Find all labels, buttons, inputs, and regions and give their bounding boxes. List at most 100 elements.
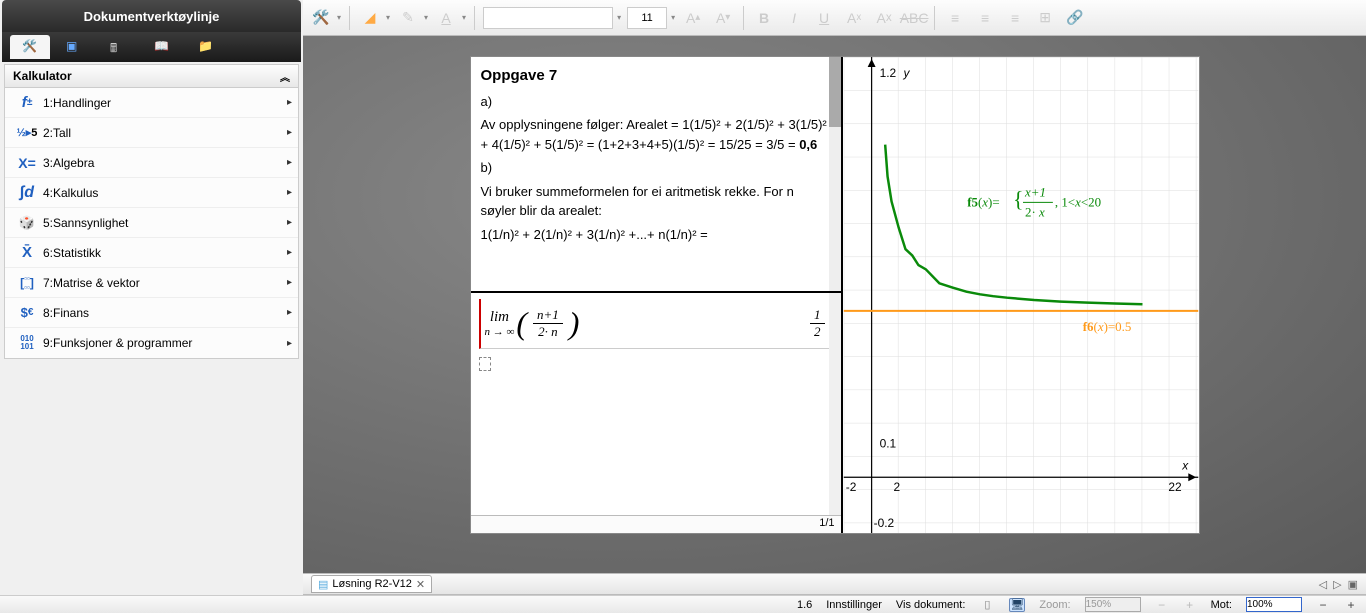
math-scrollbar[interactable] [829, 293, 841, 515]
note-bold-result: 0,6 [799, 137, 817, 152]
menu-label: 9:Funksjoner & programmer [43, 336, 287, 350]
math-row[interactable]: lim n → ∞ ( n+1 2· n ) [479, 299, 833, 349]
panel-tab-tools[interactable]: 🛠️ [10, 35, 50, 59]
book-icon: 📖 [154, 39, 170, 55]
strike-button[interactable]: ABC [902, 6, 926, 30]
tab-list-button[interactable]: ▣ [1348, 578, 1358, 591]
separator [934, 6, 935, 30]
scroll-thumb[interactable] [829, 57, 841, 127]
bold-button[interactable]: B [752, 6, 776, 30]
link-button[interactable]: 🔗 [1063, 6, 1087, 30]
table-button[interactable]: ⊞ [1033, 6, 1057, 30]
tools-icon: 🛠️ [22, 39, 38, 55]
submenu-arrow-icon: ▸ [287, 157, 292, 168]
document-tab[interactable]: ▤ Løsning R2-V12 ✕ [311, 575, 432, 593]
dropdown-arrow-icon[interactable]: ▾ [617, 13, 621, 22]
mot-label: Mot: [1211, 599, 1232, 611]
submenu-arrow-icon: ▸ [287, 187, 292, 198]
menu-label: 1:Handlinger [43, 96, 287, 110]
view-computer-icon[interactable]: 🖥 [1009, 598, 1025, 612]
result-num: 1 [810, 307, 825, 324]
menu-item-sannsynlighet[interactable]: 🎲 5:Sannsynlighet ▸ [5, 208, 298, 238]
highlight-button[interactable]: ◢ [358, 6, 382, 30]
graph-area[interactable]: 1.2 y 0.1 -0.2 -2 2 22 x [843, 57, 1199, 533]
note-part-b: b) [481, 158, 831, 178]
view-handheld-icon[interactable]: ▯ [979, 598, 995, 612]
calculator-area[interactable]: lim n → ∞ ( n+1 2· n ) [471, 293, 841, 515]
line-color-button[interactable]: ✎ [396, 6, 420, 30]
frac-num: n+1 [533, 307, 563, 324]
menu-item-tall[interactable]: ½▸5 2:Tall ▸ [5, 118, 298, 148]
menu-item-statistikk[interactable]: X̄ 6:Statistikk ▸ [5, 238, 298, 268]
mot-out-button[interactable]: − [1316, 598, 1330, 612]
subscript-button[interactable]: Ax [872, 6, 896, 30]
underline-button[interactable]: U [812, 6, 836, 30]
menu-item-matrise[interactable]: [▫▫▫▫] 7:Matrise & vektor ▸ [5, 268, 298, 298]
menu-label: 4:Kalkulus [43, 186, 287, 200]
font-increase-button[interactable]: A▴ [681, 6, 705, 30]
notes-area[interactable]: Oppgave 7 a) Av opplysningene følger: Ar… [471, 57, 841, 293]
submenu-arrow-icon: ▸ [287, 277, 292, 288]
align-left-button[interactable]: ≡ [943, 6, 967, 30]
lim-label: lim [490, 309, 509, 326]
close-tab-button[interactable]: ✕ [416, 578, 425, 591]
submenu-arrow-icon: ▸ [287, 338, 292, 349]
dropdown-arrow-icon: ▾ [424, 13, 428, 22]
page-area: Oppgave 7 a) Av opplysningene følger: Ar… [303, 36, 1366, 573]
section-kalkulator[interactable]: Kalkulator ︽ [4, 64, 299, 88]
mot-in-button[interactable]: + [1344, 598, 1358, 612]
font-decrease-button[interactable]: A▾ [711, 6, 735, 30]
font-size-select[interactable] [627, 7, 667, 29]
font-select[interactable] [483, 7, 613, 29]
y-mid-label: 0.1 [879, 436, 896, 450]
actions-icon: f± [15, 94, 39, 112]
zoom-label: Zoom: [1039, 599, 1070, 611]
panel-tab-pages[interactable]: ▣ [54, 35, 94, 59]
input-cursor-box[interactable] [479, 357, 491, 371]
tab-prev-button[interactable]: ◁ [1319, 578, 1327, 591]
notes-scrollbar[interactable] [829, 57, 841, 291]
separator [349, 6, 350, 30]
mot-select[interactable] [1246, 597, 1302, 612]
menu-list: f± 1:Handlinger ▸ ½▸5 2:Tall ▸ X= 3:Alge… [4, 88, 299, 359]
page-position: 1.6 [797, 599, 812, 611]
y-min-label: -0.2 [873, 516, 894, 530]
menu-label: 6:Statistikk [43, 246, 287, 260]
settings-link[interactable]: Innstillinger [826, 599, 882, 611]
menu-item-algebra[interactable]: X= 3:Algebra ▸ [5, 148, 298, 178]
menu-label: 8:Finans [43, 306, 287, 320]
text-color-button[interactable]: A [434, 6, 458, 30]
align-right-button[interactable]: ≡ [1003, 6, 1027, 30]
align-center-button[interactable]: ≡ [973, 6, 997, 30]
submenu-arrow-icon: ▸ [287, 97, 292, 108]
calculus-icon: ∫d [15, 184, 39, 202]
zoom-in-button[interactable]: + [1183, 598, 1197, 612]
menu-item-funksjoner[interactable]: 010101 9:Funksjoner & programmer ▸ [5, 328, 298, 358]
tools-button[interactable]: 🛠️ [309, 6, 333, 30]
folder-icon: 📁 [198, 39, 214, 55]
document-tabs-bar: ▤ Løsning R2-V12 ✕ ◁ ▷ ▣ [303, 573, 1366, 595]
zoom-out-button[interactable]: − [1155, 598, 1169, 612]
graph-svg: 1.2 y 0.1 -0.2 -2 2 22 x [843, 57, 1199, 533]
tab-next-button[interactable]: ▷ [1333, 578, 1341, 591]
superscript-button[interactable]: Ax [842, 6, 866, 30]
menu-item-kalkulus[interactable]: ∫d 4:Kalkulus ▸ [5, 178, 298, 208]
svg-text:{: { [1013, 186, 1024, 211]
dropdown-arrow-icon: ▾ [386, 13, 390, 22]
panel-tab-book[interactable]: 📖 [142, 35, 182, 59]
italic-button[interactable]: I [782, 6, 806, 30]
dropdown-arrow-icon[interactable]: ▾ [671, 13, 675, 22]
workspace: 🛠️▾ ◢▾ ✎▾ A▾ ▾ ▾ A▴ A▾ B I U Ax Ax ABC ≡… [303, 0, 1366, 595]
panel-title: Dokumentverktøylinje [2, 0, 301, 32]
tab-navigation: ◁ ▷ ▣ [1319, 578, 1358, 591]
menu-label: 2:Tall [43, 126, 287, 140]
page-counter: 1/1 [819, 517, 834, 529]
menu-item-finans[interactable]: $€ 8:Finans ▸ [5, 298, 298, 328]
menu-item-handlinger[interactable]: f± 1:Handlinger ▸ [5, 88, 298, 118]
doc-tab-label: Løsning R2-V12 [332, 578, 412, 590]
panel-tab-folder[interactable]: 📁 [186, 35, 226, 59]
zoom-select[interactable] [1085, 597, 1141, 612]
result-den: 2 [810, 324, 825, 340]
panel-tab-calc[interactable]: 🖩 [98, 35, 138, 59]
algebra-icon: X= [15, 154, 39, 172]
